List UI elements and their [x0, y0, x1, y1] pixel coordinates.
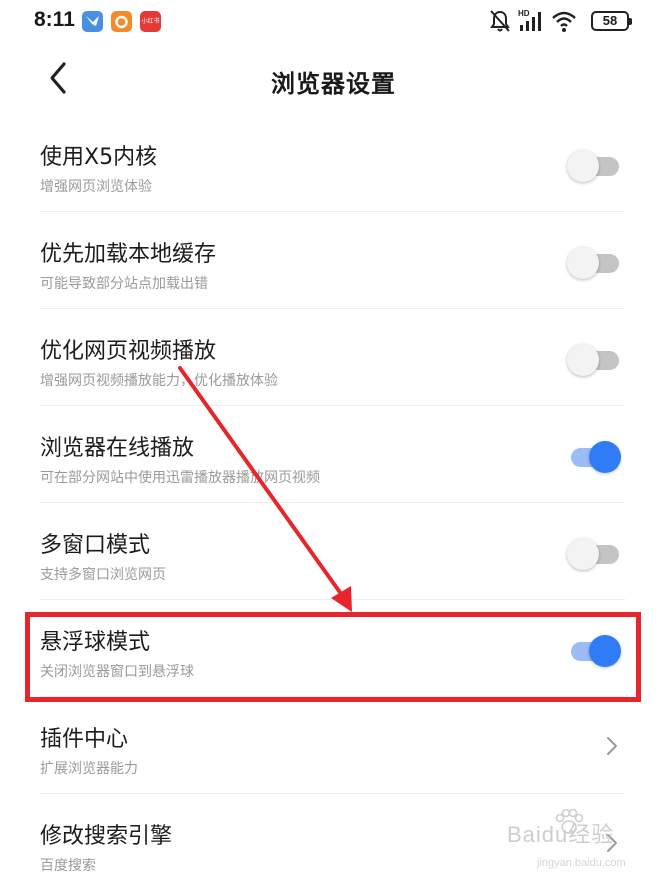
setting-title: 优先加载本地缓存 — [40, 242, 217, 267]
baidu-watermark: Baidu经验 jingyan.baidu.com — [507, 809, 635, 869]
setting-row-online-play[interactable]: 浏览器在线播放 可在部分网站中使用迅雷播放器播放网页视频 — [0, 406, 667, 503]
setting-title: 使用X5内核 — [40, 145, 158, 170]
setting-subtitle: 百度搜索 — [40, 858, 96, 874]
video-optimize-toggle[interactable] — [567, 344, 619, 376]
setting-row-local-cache[interactable]: 优先加载本地缓存 可能导致部分站点加载出错 — [0, 212, 667, 309]
setting-subtitle: 扩展浏览器能力 — [40, 761, 138, 777]
setting-title: 插件中心 — [40, 727, 129, 752]
status-bar: 8:11 小红书 HD 58 — [0, 0, 667, 44]
status-time: 8:11 — [34, 8, 75, 31]
setting-subtitle: 增强网页视频播放能力，优化播放体验 — [40, 373, 278, 389]
setting-subtitle: 增强网页浏览体验 — [40, 179, 152, 195]
status-indicators: HD 58 — [489, 9, 632, 33]
setting-title: 修改搜索引擎 — [40, 824, 173, 849]
signal-icon: HD — [518, 9, 541, 31]
setting-row-x5-kernel[interactable]: 使用X5内核 增强网页浏览体验 — [0, 115, 667, 212]
annotation-highlight-box — [25, 612, 641, 702]
setting-title: 浏览器在线播放 — [40, 436, 195, 461]
setting-row-multi-window[interactable]: 多窗口模式 支持多窗口浏览网页 — [0, 503, 667, 600]
bird-app-icon — [82, 11, 103, 32]
orange-app-icon — [111, 11, 132, 32]
setting-title: 多窗口模式 — [40, 533, 151, 558]
page-title: 浏览器设置 — [271, 70, 396, 98]
online-play-toggle[interactable] — [567, 441, 621, 473]
xiaohongshu-app-label: 小红书 — [141, 19, 160, 25]
setting-subtitle: 可能导致部分站点加载出错 — [40, 276, 208, 292]
chevron-right-icon — [607, 737, 617, 755]
setting-subtitle: 可在部分网站中使用迅雷播放器播放网页视频 — [40, 470, 320, 486]
local-cache-toggle[interactable] — [567, 247, 619, 279]
xiaohongshu-app-icon: 小红书 — [140, 11, 161, 32]
header: 浏览器设置 — [0, 44, 667, 114]
watermark-text: Baidu经验 — [507, 822, 615, 847]
x5-kernel-toggle[interactable] — [567, 150, 619, 182]
setting-row-video-optimize[interactable]: 优化网页视频播放 增强网页视频播放能力，优化播放体验 — [0, 309, 667, 406]
multi-window-toggle[interactable] — [567, 538, 619, 570]
setting-subtitle: 支持多窗口浏览网页 — [40, 567, 166, 583]
setting-row-plugin-center[interactable]: 插件中心 扩展浏览器能力 — [0, 697, 667, 794]
network-type-label: HD — [518, 9, 530, 18]
notification-muted-icon — [490, 10, 510, 32]
watermark-url: jingyan.baidu.com — [537, 857, 626, 869]
settings-list: 使用X5内核 增强网页浏览体验 优先加载本地缓存 可能导致部分站点加载出错 优化… — [0, 115, 667, 891]
wifi-icon — [552, 11, 576, 32]
setting-title: 优化网页视频播放 — [40, 339, 217, 364]
battery-indicator: 58 — [591, 11, 632, 31]
